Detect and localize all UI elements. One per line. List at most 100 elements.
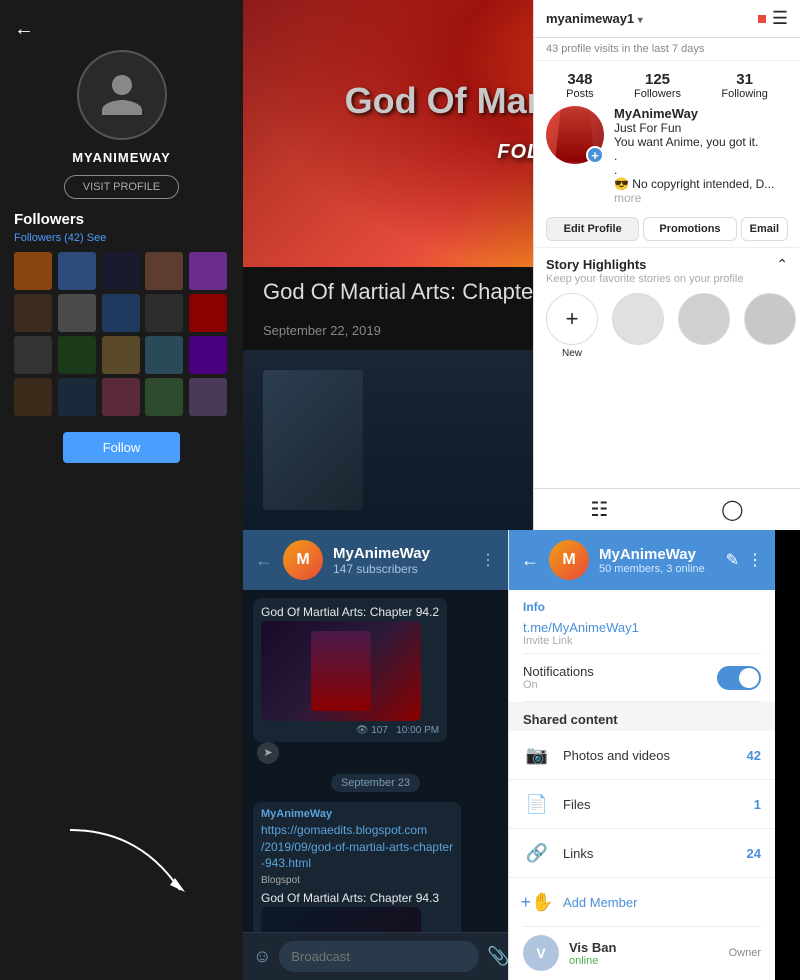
add-member-icon: +✋ <box>523 888 551 916</box>
ig-highlights-collapse-icon[interactable]: ⌃ <box>776 256 788 273</box>
ig-stats-row: 348 Posts 125 Followers 31 Following <box>534 61 800 106</box>
photos-videos-item[interactable]: 📷 Photos and videos 42 <box>509 731 775 780</box>
chat-header-icons: ⋮ <box>480 550 496 570</box>
ig-bio: MyAnimeWay Just For Fun You want Anime, … <box>614 106 788 205</box>
follower-thumb <box>102 252 140 290</box>
following-count: 31 <box>721 71 767 88</box>
member-avatar: V <box>523 935 559 971</box>
info-section: Info t.me/MyAnimeWay1 Invite Link <box>509 590 775 653</box>
instagram-panel: myanimeway1 ▾ ☰ 43 profile visits in the… <box>533 0 800 530</box>
group-pencil-icon[interactable]: ✎ <box>726 550 739 570</box>
files-count: 1 <box>754 797 761 812</box>
ig-menu-icon[interactable]: ☰ <box>772 8 788 29</box>
links-item[interactable]: 🔗 Links 24 <box>509 829 775 878</box>
ig-bio-emoji: 😎 No copyright intended, D... more <box>614 177 788 205</box>
chat-message: God Of Martial Arts: Chapter 94.2 👁 107 … <box>253 598 447 764</box>
ig-highlight-2[interactable] <box>678 293 730 345</box>
chat-body: God Of Martial Arts: Chapter 94.2 👁 107 … <box>243 590 508 932</box>
chat-subscribers: 147 subscribers <box>333 562 470 576</box>
edit-profile-button[interactable]: Edit Profile <box>546 217 639 241</box>
member-status: online <box>569 955 719 967</box>
follower-thumb <box>189 378 227 416</box>
plus-icon: + <box>566 308 579 330</box>
add-member-row[interactable]: +✋ Add Member <box>509 878 775 926</box>
broadcast-input[interactable] <box>279 941 479 972</box>
follower-thumb <box>189 294 227 332</box>
ig-highlight-new: + New <box>546 293 598 359</box>
group-name: MyAnimeWay <box>599 546 716 563</box>
follower-thumb <box>58 378 96 416</box>
follower-thumb <box>14 252 52 290</box>
follower-thumb <box>58 252 96 290</box>
follower-thumb <box>102 294 140 332</box>
ig-highlights-title: Story Highlights <box>546 257 646 272</box>
message-link[interactable]: https://gomaedits.blogspot.com/2019/09/g… <box>261 822 453 872</box>
photo-icon: 📷 <box>523 741 551 769</box>
followers-label: Followers <box>634 88 681 100</box>
chat-back-button[interactable]: ← <box>255 550 273 571</box>
attach-icon[interactable]: 📎 <box>487 946 508 967</box>
ig-highlight-new-button[interactable]: + <box>546 293 598 345</box>
ig-username: myanimeway1 ▾ <box>546 11 752 26</box>
photos-label: Photos and videos <box>563 748 735 763</box>
follower-thumb <box>145 336 183 374</box>
ig-story-highlights: Story Highlights ⌃ Keep your favorite st… <box>534 247 800 363</box>
ig-bio-name: MyAnimeWay <box>614 106 788 121</box>
ig-add-story-button[interactable]: + <box>586 146 604 164</box>
follower-thumb <box>189 336 227 374</box>
group-link[interactable]: t.me/MyAnimeWay1 <box>523 620 761 635</box>
ig-highlight-circle-3 <box>744 293 796 348</box>
shared-content-label: Shared content <box>509 702 775 731</box>
promotions-button[interactable]: Promotions <box>643 217 736 241</box>
chat-name: MyAnimeWay <box>333 545 470 562</box>
chat-avatar: M <box>283 540 323 580</box>
view-icon: 👁 <box>356 725 369 736</box>
group-sub: 50 members, 3 online <box>599 563 716 575</box>
follower-thumb <box>102 378 140 416</box>
group-more-icon[interactable]: ⋮ <box>747 550 763 570</box>
toggle-dot <box>739 668 759 688</box>
ig-highlight-1[interactable] <box>612 293 664 345</box>
follower-thumb <box>189 252 227 290</box>
message-source: Blogspot <box>261 874 453 888</box>
ig-highlight-3[interactable] <box>744 293 796 345</box>
follower-thumb <box>14 336 52 374</box>
notif-sub: On <box>523 679 594 691</box>
followers-section: Followers Followers (42) See <box>0 199 243 416</box>
notifications-row: Notifications On <box>509 654 775 701</box>
add-member-label: Add Member <box>563 895 637 910</box>
ig-bio-more[interactable]: more <box>614 191 641 205</box>
follower-thumb <box>102 336 140 374</box>
group-avatar: M <box>549 540 589 580</box>
follower-thumb <box>145 252 183 290</box>
ig-visits: 43 profile visits in the last 7 days <box>534 38 800 61</box>
email-button[interactable]: Email <box>741 217 788 241</box>
follower-thumb <box>145 294 183 332</box>
visit-profile-button[interactable]: VISIT PROFILE <box>64 175 179 199</box>
chat-panel: ← M MyAnimeWay 147 subscribers ⋮ God Of … <box>243 530 508 980</box>
file-icon: 📄 <box>523 790 551 818</box>
chat-more-icon[interactable]: ⋮ <box>480 550 496 570</box>
follower-thumb <box>14 378 52 416</box>
notifications-toggle[interactable] <box>717 666 761 690</box>
back-button[interactable]: ← <box>14 18 34 41</box>
message-meta: 👁 107 10:00 PM <box>261 725 439 736</box>
emoji-icon[interactable]: ☺ <box>253 946 271 967</box>
links-label: Links <box>563 846 735 861</box>
invite-link-label: Invite Link <box>523 635 761 647</box>
forward-button[interactable]: ➤ <box>257 742 279 764</box>
member-name: Vis Ban <box>569 940 719 955</box>
info-label: Info <box>523 600 761 614</box>
group-back-button[interactable]: ← <box>521 550 539 571</box>
ig-grid-icon[interactable]: ☷ <box>590 497 608 522</box>
message-bubble: God Of Martial Arts: Chapter 94.2 👁 107 … <box>253 598 447 742</box>
message-text: God Of Martial Arts: Chapter 94.2 <box>261 604 439 621</box>
files-item[interactable]: 📄 Files 1 <box>509 780 775 829</box>
ig-highlight-new-label: New <box>562 348 582 359</box>
ig-tag-icon[interactable]: ◯ <box>721 497 743 522</box>
followers-sub: Followers (42) See <box>14 232 229 244</box>
ig-followers-stat: 125 Followers <box>634 71 681 100</box>
dropdown-icon[interactable]: ▾ <box>638 15 643 26</box>
follow-button[interactable]: Follow <box>63 432 181 463</box>
ig-highlights-sub: Keep your favorite stories on your profi… <box>546 273 788 285</box>
